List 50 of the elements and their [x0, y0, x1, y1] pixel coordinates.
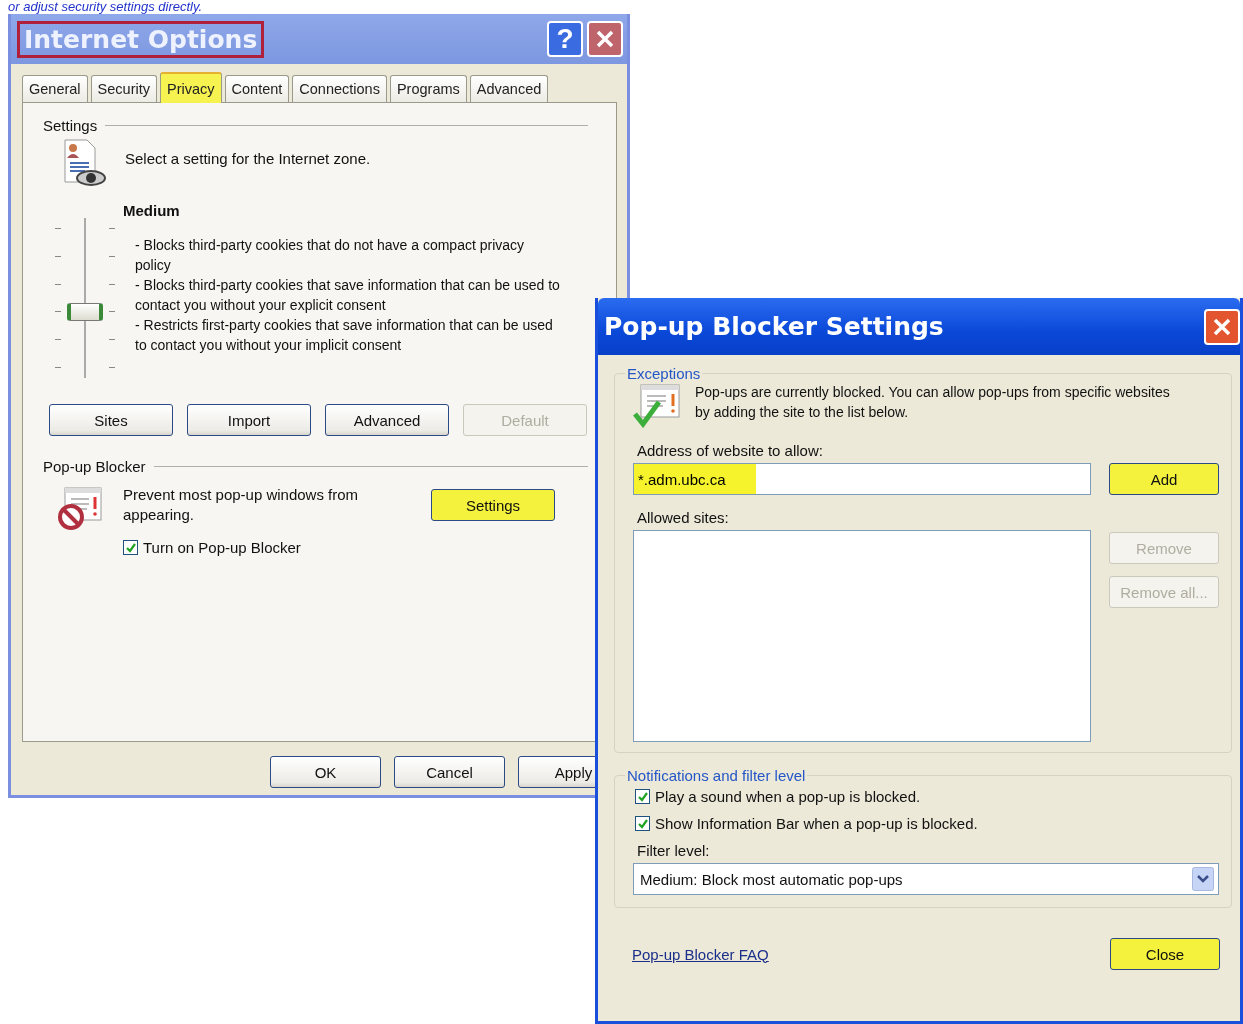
group-heading: Notifications and filter level [626, 767, 807, 784]
blocked-window-icon [57, 485, 105, 531]
group-heading: Exceptions [626, 365, 702, 382]
dialog-button[interactable]: OK [270, 756, 381, 788]
field-label: Address of website to allow: [637, 442, 824, 459]
tab[interactable]: Programs [389, 75, 467, 102]
group-heading: Settings [43, 117, 98, 134]
close-dialog-button[interactable]: Close [1110, 938, 1220, 970]
tab[interactable]: Connections [292, 75, 387, 102]
description-text: - Blocks third-party cookies that save information that can be used to contact you without your explicit consent [135, 276, 561, 315]
slider-thumb[interactable] [67, 303, 103, 322]
checkbox[interactable] [635, 816, 650, 831]
checkbox[interactable] [123, 540, 138, 555]
window-title: Internet Options [17, 20, 265, 58]
privacy-level-label: Medium [123, 202, 181, 219]
close-icon[interactable] [1212, 316, 1232, 337]
caption-text: or adjust security settings directly. [7, 0, 204, 14]
action-button[interactable]: Sites [49, 404, 173, 436]
allowed-window-icon [633, 382, 683, 428]
description-text: - Blocks third-party cookies that do not have a compact privacy policy [135, 236, 526, 275]
document-eye-icon [61, 138, 107, 188]
intro-text: Select a setting for the Internet zone. [125, 149, 371, 167]
checkbox-label: Show Information Bar when a pop-up is blocked. [655, 815, 978, 832]
close-button[interactable] [587, 21, 623, 57]
checkbox[interactable] [635, 789, 650, 804]
exceptions-description: Pop-ups are currently blocked. You can allow pop-ups from specific websites by adding the site to the list below. [695, 383, 1171, 422]
dialog-button[interactable]: Cancel [394, 756, 505, 788]
tab[interactable]: General [22, 75, 88, 102]
window-title: Pop-up Blocker Settings [604, 312, 944, 341]
settings-button[interactable]: Settings [431, 489, 555, 521]
tab[interactable]: Advanced [469, 75, 549, 102]
action-button[interactable]: Import [187, 404, 311, 436]
field-label: Allowed sites: [637, 509, 730, 526]
filter-level-dropdown[interactable]: Medium: Block most automatic pop-ups [633, 863, 1219, 895]
group-heading: Pop-up Blocker [43, 458, 146, 475]
address-field[interactable]: *.adm.ubc.ca [633, 463, 1091, 495]
add-button[interactable]: Add [1109, 463, 1219, 495]
close-icon[interactable] [595, 29, 615, 49]
help-button[interactable]: ? [547, 21, 583, 57]
faq-link[interactable]: Pop-up Blocker FAQ [632, 945, 769, 963]
popup-blocker-description: Prevent most pop-up windows from appearing. [123, 485, 360, 525]
tab[interactable]: Security [90, 75, 157, 102]
checkbox-label: Turn on Pop-up Blocker [143, 539, 301, 556]
close-button[interactable] [1204, 308, 1240, 345]
tab[interactable]: Privacy [160, 72, 222, 103]
description-text: - Restricts first-party cookies that save information that can be used to contact you without your implicit consent [135, 316, 554, 355]
checkbox-label: Play a sound when a pop-up is blocked. [655, 788, 921, 805]
action-button[interactable]: Advanced [325, 404, 449, 436]
field-label: Filter level: [637, 842, 711, 859]
tab[interactable]: Content [224, 75, 290, 102]
